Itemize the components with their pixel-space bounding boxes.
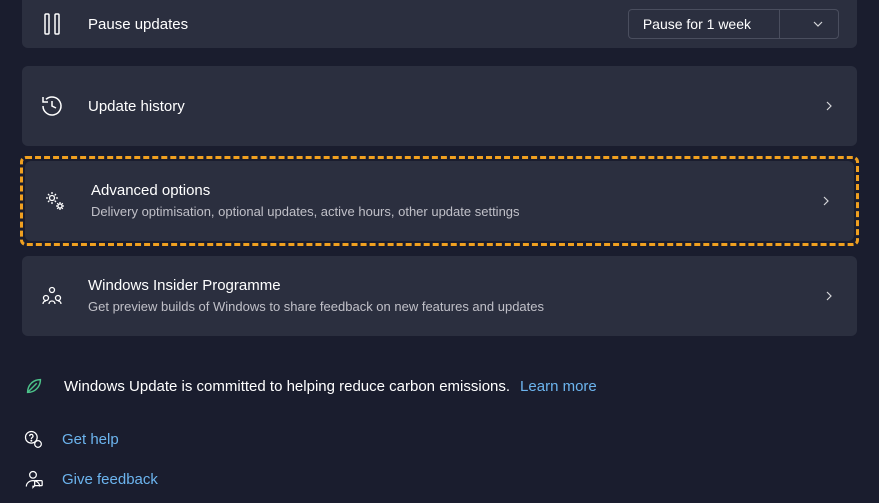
- feedback-icon: [22, 468, 44, 490]
- pause-updates-row: Pause updates Pause for 1 week: [22, 0, 857, 48]
- advanced-subtitle: Delivery optimisation, optional updates,…: [91, 203, 816, 221]
- chevron-right-icon: [816, 191, 836, 211]
- insider-title: Windows Insider Programme: [88, 275, 819, 296]
- advanced-options-highlight: Advanced options Delivery optimisation, …: [20, 156, 859, 246]
- learn-more-link[interactable]: Learn more: [520, 378, 597, 395]
- insider-programme-row[interactable]: Windows Insider Programme Get preview bu…: [22, 256, 857, 336]
- pause-label: Pause updates: [88, 14, 628, 35]
- give-feedback-row[interactable]: Give feedback: [22, 468, 857, 490]
- carbon-note: Windows Update is committed to helping r…: [22, 374, 857, 398]
- get-help-link[interactable]: Get help: [62, 431, 119, 448]
- insider-subtitle: Get preview builds of Windows to share f…: [88, 298, 819, 316]
- advanced-title: Advanced options: [91, 180, 816, 201]
- gears-icon: [43, 189, 67, 213]
- carbon-text: Windows Update is committed to helping r…: [64, 378, 510, 395]
- chevron-right-icon: [819, 96, 839, 116]
- get-help-row[interactable]: Get help: [22, 428, 857, 450]
- dropdown-separator: [779, 9, 780, 39]
- leaf-icon: [22, 374, 46, 398]
- pause-icon: [40, 12, 64, 36]
- history-icon: [40, 94, 64, 118]
- pause-duration-dropdown[interactable]: Pause for 1 week: [628, 9, 839, 39]
- chevron-down-icon: [808, 14, 828, 34]
- chevron-right-icon: [819, 286, 839, 306]
- history-title: Update history: [88, 96, 819, 117]
- update-history-row[interactable]: Update history: [22, 66, 857, 146]
- pause-dropdown-value: Pause for 1 week: [643, 16, 751, 32]
- give-feedback-link[interactable]: Give feedback: [62, 471, 158, 488]
- advanced-options-row[interactable]: Advanced options Delivery optimisation, …: [25, 161, 854, 241]
- help-icon: [22, 428, 44, 450]
- insider-icon: [40, 284, 64, 308]
